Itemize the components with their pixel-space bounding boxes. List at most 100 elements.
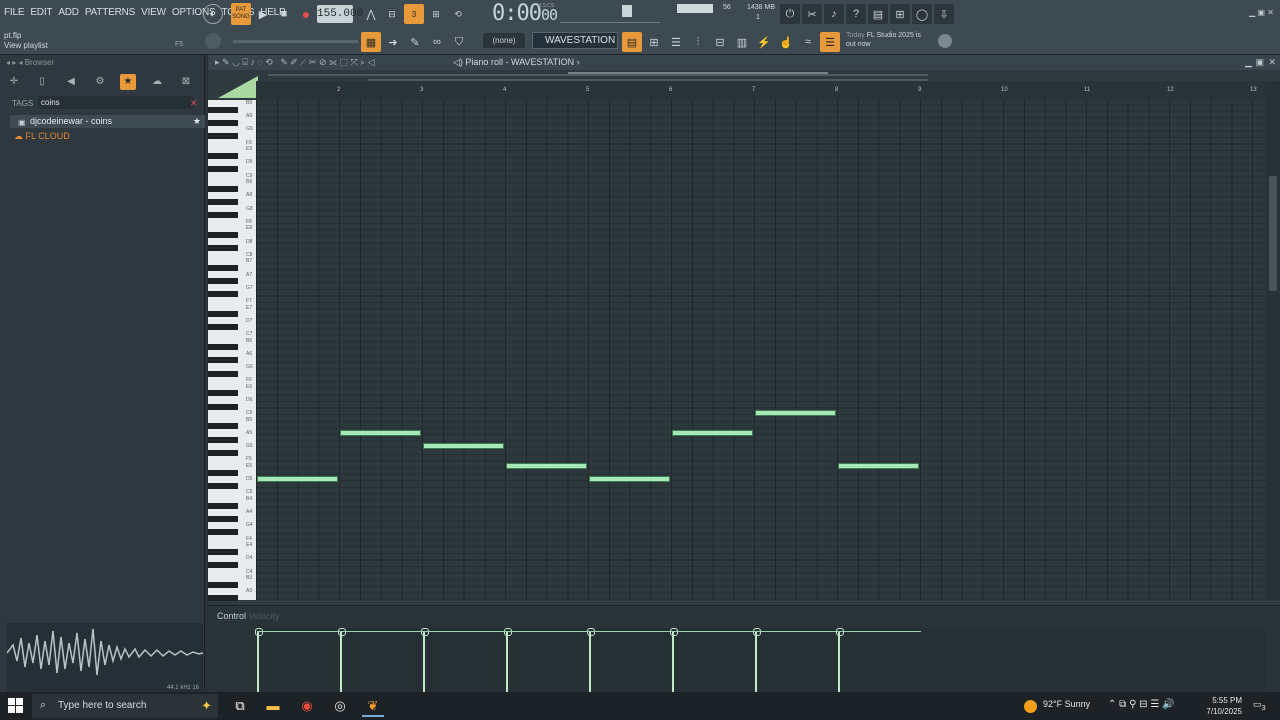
- note-E5[interactable]: [838, 463, 919, 469]
- velocity-bar[interactable]: [587, 628, 595, 693]
- black-key[interactable]: [208, 185, 238, 192]
- metronome-icon[interactable]: ⋀: [361, 4, 381, 24]
- sample-preview-waveform[interactable]: 44.1 kHz 16: [6, 623, 204, 693]
- favorite-star-icon[interactable]: ★: [193, 115, 201, 128]
- velocity-bar[interactable]: [504, 628, 512, 693]
- arrow-right-icon[interactable]: ➜: [383, 32, 403, 52]
- maximize-icon[interactable]: ▣: [1255, 57, 1264, 68]
- note-D5[interactable]: [589, 476, 670, 483]
- black-key[interactable]: [208, 166, 238, 172]
- step-seq-icon[interactable]: ⊞: [644, 32, 664, 52]
- note-E5[interactable]: [506, 463, 587, 469]
- black-key[interactable]: [208, 357, 238, 364]
- black-key[interactable]: [208, 199, 238, 205]
- wave-icon[interactable]: ≈: [798, 32, 818, 52]
- black-key[interactable]: [208, 390, 238, 397]
- black-key[interactable]: [208, 311, 238, 318]
- fl-studio-taskbar-icon[interactable]: ❦: [362, 695, 384, 717]
- tempo-display[interactable]: 155.000: [317, 5, 363, 23]
- black-key[interactable]: [208, 291, 238, 298]
- black-key[interactable]: [208, 245, 238, 252]
- note-C6[interactable]: [755, 410, 836, 417]
- black-key[interactable]: [208, 403, 238, 410]
- obs-icon[interactable]: ◎: [329, 695, 351, 717]
- black-key[interactable]: [208, 449, 238, 456]
- master-volume-knob[interactable]: [622, 5, 632, 17]
- velocity-bar[interactable]: [670, 628, 678, 693]
- file-explorer-icon[interactable]: ▬: [262, 695, 284, 717]
- black-key[interactable]: [208, 232, 238, 238]
- notification-icon[interactable]: ▭3: [1253, 699, 1266, 712]
- black-key[interactable]: [208, 469, 238, 476]
- menu-file[interactable]: FILE: [4, 7, 25, 18]
- note-grid[interactable]: [256, 100, 1266, 600]
- countdown-icon[interactable]: 3: [404, 4, 424, 24]
- chat-icon[interactable]: ◯: [912, 4, 932, 24]
- touch-icon[interactable]: ☝: [776, 32, 796, 52]
- black-key[interactable]: [208, 212, 238, 219]
- black-key[interactable]: [208, 278, 238, 285]
- piano-keyboard[interactable]: B9 A9 G9 F9 E9 D9 C9 B8 A8 G8 F8 E8 D8 C8 B7 A7 G7 F7 E7 D7…: [208, 100, 256, 601]
- note-D5[interactable]: [257, 476, 338, 483]
- cloud-icon[interactable]: ☁: [149, 74, 165, 90]
- pat-song-toggle[interactable]: PAT SONG: [231, 3, 251, 25]
- black-key[interactable]: [208, 529, 238, 535]
- plug-icon[interactable]: ⚡: [754, 32, 774, 52]
- record-button[interactable]: ●: [296, 4, 316, 24]
- vertical-scrollbar[interactable]: [1266, 81, 1280, 600]
- black-key[interactable]: [208, 502, 238, 509]
- tempo-knob[interactable]: [205, 33, 221, 49]
- stop-button[interactable]: ■: [274, 4, 294, 24]
- velocity-bar[interactable]: [836, 628, 844, 693]
- velocity-lane[interactable]: [255, 628, 1266, 693]
- news-panel[interactable]: Today FL Studio 2025 is out now: [846, 31, 921, 49]
- browser-icon[interactable]: ⊟: [710, 32, 730, 52]
- scroll-thumb[interactable]: [1269, 176, 1277, 291]
- black-key[interactable]: [208, 133, 238, 139]
- close-icon[interactable]: ✕: [1268, 57, 1276, 68]
- channel-rack-icon[interactable]: ☰: [666, 32, 686, 52]
- tray-icons[interactable]: ⌃ ⧉ ⚲ ⊟ ☰ 🔊: [1108, 699, 1175, 710]
- gear-icon[interactable]: ⚙: [92, 74, 108, 90]
- taskbar-search[interactable]: ⌕ Type here to search ✦: [32, 694, 218, 718]
- save-icon[interactable]: ▤: [868, 4, 888, 24]
- back-icon[interactable]: ◀: [63, 74, 79, 90]
- clear-search-icon[interactable]: ✕: [190, 98, 198, 109]
- news-icon[interactable]: ☰: [820, 32, 840, 52]
- black-key[interactable]: [208, 370, 238, 377]
- piano-roll-view-icon[interactable]: ▤: [622, 32, 642, 52]
- plugin-icon[interactable]: ⊠: [178, 74, 194, 90]
- weather-text[interactable]: 92°F Sunny: [1043, 699, 1090, 709]
- menu-edit[interactable]: EDIT: [30, 7, 52, 18]
- taskbar-clock[interactable]: 5:55 PM 7/10/2025: [1206, 695, 1242, 717]
- velocity-bar[interactable]: [753, 628, 761, 693]
- swing-slider[interactable]: [233, 40, 358, 43]
- menu-patterns[interactable]: PATTERNS: [85, 7, 135, 18]
- black-key[interactable]: [208, 106, 238, 113]
- black-key[interactable]: [208, 436, 238, 443]
- wait-input-icon[interactable]: ⊟: [382, 4, 402, 24]
- channel-selector[interactable]: WAVESTATION: [532, 32, 618, 49]
- file-icon[interactable]: ▯: [34, 74, 50, 90]
- black-key[interactable]: [208, 152, 238, 159]
- help-icon[interactable]: ?: [846, 4, 866, 24]
- note-A5[interactable]: [340, 430, 421, 436]
- stamp-icon[interactable]: ⛉: [449, 32, 469, 52]
- task-view-icon[interactable]: ⧉: [229, 695, 251, 717]
- playlist-mode-icon[interactable]: ◐: [203, 4, 223, 24]
- star-icon[interactable]: ★: [120, 74, 136, 90]
- windows-start-icon[interactable]: [8, 698, 24, 714]
- black-key[interactable]: [208, 562, 238, 568]
- menu-view[interactable]: VIEW: [141, 7, 166, 18]
- master-pitch-slider[interactable]: [560, 7, 660, 23]
- black-key[interactable]: [208, 265, 238, 271]
- browser-search-input[interactable]: coins: [38, 96, 193, 109]
- control-label[interactable]: Control Velocity: [217, 611, 280, 621]
- download-icon[interactable]: ⇩: [934, 4, 954, 24]
- black-key[interactable]: [208, 119, 238, 126]
- black-key[interactable]: [208, 581, 238, 588]
- black-key[interactable]: [208, 548, 238, 555]
- blend-notes-icon[interactable]: ⊞: [426, 4, 446, 24]
- black-key[interactable]: [208, 515, 238, 522]
- time-ruler[interactable]: 2 3 4 5 6 7 8 9 10 11 12 13: [256, 81, 1266, 100]
